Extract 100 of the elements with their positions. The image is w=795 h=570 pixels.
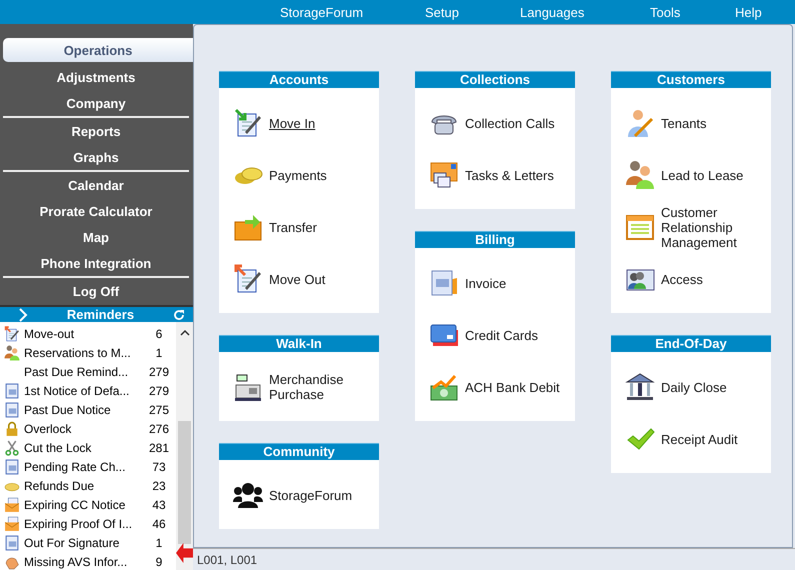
document-pen-icon xyxy=(233,108,263,138)
bank-building-icon xyxy=(625,372,655,402)
action-link[interactable]: Transfer xyxy=(233,201,379,253)
reminder-label: 1st Notice of Defa... xyxy=(24,384,130,398)
action-link[interactable]: Collection Calls xyxy=(429,97,575,149)
nav-item[interactable]: Prorate Calculator xyxy=(3,198,189,224)
document-pen-icon xyxy=(233,264,263,294)
card-title: Walk-In xyxy=(219,335,379,352)
reminder-count: 281 xyxy=(148,440,170,454)
action-link[interactable]: Access xyxy=(625,253,771,305)
action-link[interactable]: Daily Close xyxy=(625,361,771,413)
menu-item[interactable]: Tools xyxy=(650,4,735,20)
action-link[interactable]: ACH Bank Debit xyxy=(429,361,575,413)
nav-item[interactable]: Map xyxy=(3,224,189,250)
nav-item[interactable]: Graphs xyxy=(3,144,189,170)
reminder-label: Cut the Lock xyxy=(24,440,92,454)
scrollbar[interactable] xyxy=(176,322,193,570)
action-link[interactable]: Merchandise Purchase xyxy=(233,361,379,413)
action-link[interactable]: Customer Relationship Management xyxy=(625,201,771,253)
padlock-icon xyxy=(4,420,20,436)
card-title: Collections xyxy=(415,71,575,88)
nav-item[interactable]: Reports xyxy=(3,118,189,144)
card-title: Community xyxy=(219,443,379,460)
reminder-row[interactable]: Move-out 6 xyxy=(0,324,174,343)
action-link[interactable]: Lead to Lease xyxy=(625,149,771,201)
menu-item[interactable]: StorageForum xyxy=(280,4,425,20)
action-link[interactable]: Receipt Audit xyxy=(625,413,771,465)
reminder-label: Pending Rate Ch... xyxy=(24,460,126,474)
reminder-row[interactable]: Past Due Notice 275 xyxy=(0,400,174,419)
cash-register-icon xyxy=(233,372,263,402)
refresh-icon[interactable] xyxy=(172,308,185,320)
card-title: Customers xyxy=(611,71,771,88)
menu-item[interactable]: Setup xyxy=(425,4,520,20)
reminder-row[interactable]: Expiring Proof Of I... 46 xyxy=(0,514,174,533)
action-link[interactable]: Move In xyxy=(233,97,379,149)
person-pen-icon xyxy=(625,108,655,138)
reminder-row[interactable]: Out For Signature 1 xyxy=(0,533,174,552)
document-pen-icon xyxy=(4,326,20,342)
reminder-label: Past Due Remind... xyxy=(24,364,130,378)
reminder-count: 46 xyxy=(151,516,167,530)
scrollbar-thumb[interactable] xyxy=(178,421,191,544)
reminder-count: 279 xyxy=(148,384,170,398)
reminder-label: Reservations to M... xyxy=(24,346,132,360)
nav-item[interactable]: Adjustments xyxy=(3,64,189,90)
nav-item[interactable]: Log Off xyxy=(3,278,189,304)
scroll-up-icon[interactable] xyxy=(180,328,190,338)
pointer-arrow-icon xyxy=(176,543,193,563)
nav-item[interactable]: Calendar xyxy=(3,172,189,198)
reminder-row[interactable]: Reservations to M... 1 xyxy=(0,343,174,362)
action-link[interactable]: StorageForum xyxy=(233,469,379,521)
action-link[interactable]: Move Out xyxy=(233,253,379,305)
reminder-row[interactable]: Overlock 276 xyxy=(0,419,174,438)
reminder-row[interactable]: 1st Notice of Defa... 279 xyxy=(0,381,174,400)
scissors-icon xyxy=(4,440,20,456)
invoice-icon xyxy=(429,268,459,298)
envelope-icon xyxy=(4,516,20,532)
reminder-row[interactable]: Past Due Remind... 279 xyxy=(0,362,174,381)
action-link[interactable]: Credit Cards xyxy=(429,309,575,361)
action-link[interactable]: Payments xyxy=(233,149,379,201)
calendar-icon xyxy=(625,212,655,242)
card-title: Accounts xyxy=(219,71,379,88)
reminder-count: 6 xyxy=(154,326,164,340)
form-icon xyxy=(4,402,20,418)
reminder-row[interactable]: Cut the Lock 281 xyxy=(0,438,174,457)
reminder-label: Refunds Due xyxy=(24,478,96,492)
form-icon xyxy=(4,534,20,550)
menu-item[interactable]: Help xyxy=(735,4,795,20)
reminder-row[interactable]: Expiring CC Notice 43 xyxy=(0,495,174,514)
reminder-label: Past Due Notice xyxy=(24,402,112,416)
reminder-count: 276 xyxy=(148,422,170,436)
reminder-label: Move-out xyxy=(24,326,76,340)
action-link[interactable]: Tenants xyxy=(625,97,771,149)
nav-item[interactable]: Company xyxy=(3,90,189,116)
reminder-row[interactable]: Pending Rate Ch... 73 xyxy=(0,457,174,476)
chevron-icon[interactable] xyxy=(18,308,28,322)
reminder-count: 279 xyxy=(148,364,170,378)
reminder-count: 1 xyxy=(154,536,164,550)
reminder-label: Out For Signature xyxy=(24,536,120,550)
reminder-label: Expiring Proof Of I... xyxy=(24,516,134,530)
reminder-label: Expiring CC Notice xyxy=(24,498,126,512)
action-link[interactable]: Tasks & Letters xyxy=(429,149,575,201)
reminder-row[interactable]: Missing AVS Infor... 9 xyxy=(0,552,174,570)
reminder-count: 275 xyxy=(148,402,170,416)
reminder-count: 9 xyxy=(154,554,164,568)
form-icon xyxy=(4,458,20,474)
card-title: End-Of-Day xyxy=(611,335,771,352)
reminder-label: Missing AVS Infor... xyxy=(24,554,128,568)
reminder-row[interactable]: Refunds Due 23 xyxy=(0,476,174,495)
reminder-label: Overlock xyxy=(24,422,72,436)
menu-item[interactable]: Languages xyxy=(520,4,650,20)
action-link[interactable]: Invoice xyxy=(429,257,575,309)
two-people-icon xyxy=(4,344,20,360)
reminder-count: 43 xyxy=(151,498,167,512)
people-icon xyxy=(233,480,263,510)
nav-item[interactable]: Operations xyxy=(3,38,193,62)
box-arrow-icon xyxy=(233,212,263,242)
nav-item[interactable]: Phone Integration xyxy=(3,250,189,276)
reminder-count: 1 xyxy=(154,346,164,360)
envelope-documents-icon xyxy=(429,160,459,190)
money-chart-icon xyxy=(429,372,459,402)
